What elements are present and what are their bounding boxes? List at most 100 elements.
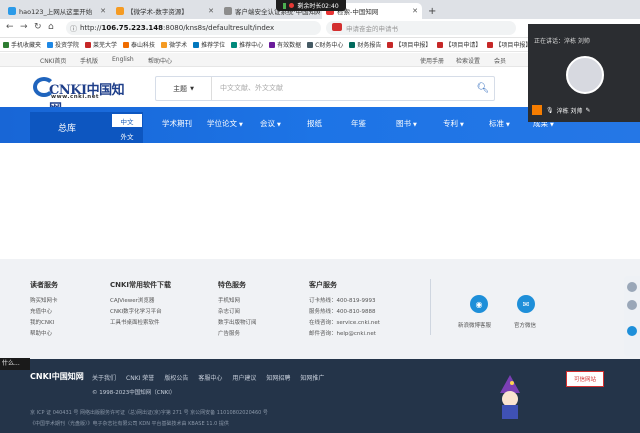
close-tab-icon[interactable]: ✕ (408, 7, 418, 15)
bookmark-item[interactable]: C财务中心 (307, 40, 343, 49)
browser-search-box[interactable]: 申请奋金的申请书 (326, 21, 516, 35)
address-bar[interactable]: ⓘ http://106.75.223.148:8080/kns8s/defau… (66, 21, 321, 35)
bookmark-item[interactable]: 【项目申报】 (387, 40, 431, 49)
manual-link[interactable]: 使用手册 (420, 56, 444, 65)
bookmark-label: 推荐学位 (201, 42, 226, 49)
footer-link[interactable]: CAJViewer浏览器 (110, 296, 154, 304)
search-icon: 🔍︎ (476, 83, 490, 94)
bookmark-icon (193, 41, 200, 48)
close-tab-icon[interactable]: ✕ (96, 7, 106, 15)
footer-contact[interactable]: 邮件咨询：help@cnki.net (309, 329, 376, 337)
caret-down-icon: ▼ (239, 122, 243, 128)
speaking-status: 正在讲话：淬栋 刘帅 (534, 38, 590, 45)
footer-link[interactable]: 数字出版物订阅 (218, 318, 257, 326)
url-path: :8080/kns8s/defaultresult/index (163, 24, 275, 32)
search-button[interactable]: 🔍︎ (472, 77, 494, 100)
reload-icon[interactable]: ↻ (34, 22, 42, 32)
bookmark-item[interactable]: 手机收藏夹 (3, 40, 41, 49)
bookmark-label: 有效数据 (277, 42, 302, 49)
mobile-link[interactable]: 手机版 (80, 56, 98, 65)
settings-link[interactable]: 检索设置 (456, 56, 480, 65)
search-scope-select[interactable]: 主题 ▼ (156, 77, 212, 100)
bookmark-item[interactable]: 微学术 (161, 40, 187, 49)
footer-bottom-link[interactable]: 版权公告 (164, 373, 188, 382)
footer-bottom-link[interactable]: 用户建议 (232, 373, 256, 382)
nav-journals[interactable]: 学术期刊 (162, 118, 192, 129)
icp-info: 京 ICP 证 040431 号 网络出版服务许可证（总)网出证(京)字第 27… (30, 410, 268, 416)
nav-label: 报纸 (307, 119, 322, 128)
trusted-site-badge[interactable]: 可信网站 (566, 371, 604, 387)
new-tab-button[interactable]: + (424, 3, 438, 19)
footer-link[interactable]: 杂志订阅 (218, 307, 240, 315)
nav-theses[interactable]: 学位论文 ▼ (207, 118, 243, 129)
forward-icon[interactable]: → (20, 22, 28, 32)
cnki-home-link[interactable]: CNKI首页 (40, 56, 66, 65)
home-icon[interactable]: ⌂ (48, 22, 54, 32)
bookmark-item[interactable]: 投资学院 (47, 40, 79, 49)
footer-link[interactable]: 广告服务 (218, 329, 240, 337)
timer-text: 剩余时长02:40 (297, 3, 339, 10)
nav-conferences[interactable]: 会议 ▼ (260, 118, 281, 129)
all-databases[interactable]: 总库 中文 外文 (30, 112, 143, 143)
nav-books[interactable]: 图书 ▼ (396, 118, 417, 129)
bookmark-item[interactable]: 推荐学位 (193, 40, 225, 49)
footer-bottom-link[interactable]: CNKI 荣誉 (126, 373, 154, 382)
nav-yearbooks[interactable]: 年鉴 (351, 118, 366, 129)
browser-tab-weixueshu[interactable]: 【微学术-数字资源】 ✕ (112, 3, 218, 19)
feedback-icon[interactable] (627, 300, 637, 310)
edit-icon[interactable]: ✎ (586, 107, 591, 114)
back-icon[interactable]: ← (6, 22, 14, 32)
member-link[interactable]: 会员 (494, 56, 506, 65)
footer-logo: CNKI中国知网 (30, 372, 84, 381)
bookmark-item[interactable]: 泰山科技 (123, 40, 155, 49)
bookmark-label: 手机收藏夹 (11, 42, 42, 49)
browser-tab-hao123[interactable]: hao123_上网从这里开始 ✕ (4, 3, 110, 19)
footer-contact: 服务热线：400-810-9888 (309, 309, 376, 315)
search-input[interactable]: 中文文献、外文文献 (220, 83, 283, 93)
nav-patents[interactable]: 专利 ▼ (443, 118, 464, 129)
close-tab-icon[interactable]: ✕ (204, 7, 214, 15)
caret-down-icon: ▼ (506, 122, 510, 128)
help-link[interactable]: 帮助中心 (148, 56, 172, 65)
footer-links: 关于我们 CNKI 荣誉 版权公告 客服中心 用户建议 知网招聘 知网推广 (92, 373, 324, 382)
footer-bottom-link[interactable]: 知网推广 (300, 373, 324, 382)
footer-bottom-link[interactable]: 知网招聘 (266, 373, 290, 382)
bookmark-item[interactable]: 有效数据 (269, 40, 301, 49)
bookmark-item[interactable]: 【项目申报】 (487, 40, 531, 49)
footer-link[interactable]: 购买知网卡 (30, 296, 58, 304)
bookmark-icon (85, 41, 92, 48)
nav-standards[interactable]: 标准 ▼ (489, 118, 510, 129)
caret-down-icon: ▼ (550, 122, 554, 128)
wechat-icon[interactable]: ✉ (517, 295, 535, 313)
footer-link[interactable]: 充值中心 (30, 307, 52, 315)
footer-special-title: 特色服务 (218, 281, 246, 289)
mic-icon[interactable]: 🎙︎ (546, 107, 554, 114)
bookmark-label: 泰山科技 (131, 42, 156, 49)
footer-link[interactable]: 帮助中心 (30, 329, 52, 337)
bookmark-item[interactable]: 【项目申请】 (437, 40, 481, 49)
bookmark-label: C财务中心 (315, 42, 344, 49)
share-icon[interactable] (627, 326, 637, 336)
bookmark-icon (349, 41, 356, 48)
foreign-toggle[interactable]: 外文 (112, 129, 142, 142)
bookmark-item[interactable]: 推荐中心 (231, 40, 263, 49)
footer-link[interactable]: 工具书桌面检索软件 (110, 318, 160, 326)
footer-contact[interactable]: 在线咨询：service.cnki.net (309, 318, 380, 326)
caret-down-icon: ▼ (413, 122, 417, 128)
bookmark-item[interactable]: 财务报告 (349, 40, 381, 49)
footer-link[interactable]: 手机知网 (218, 296, 240, 304)
footer-bottom-link[interactable]: 客服中心 (198, 373, 222, 382)
footer-link[interactable]: CNKI数字化学习平台 (110, 307, 162, 315)
nav-newspapers[interactable]: 报纸 (307, 118, 322, 129)
chat-icon[interactable] (627, 282, 637, 292)
footer-bottom-link[interactable]: 关于我们 (92, 373, 116, 382)
bookmark-item[interactable]: 莱芜大学 (85, 40, 117, 49)
english-link[interactable]: English (112, 56, 134, 63)
chevron-down-icon: ▼ (190, 85, 194, 92)
chinese-toggle[interactable]: 中文 (112, 114, 142, 127)
url-host: 106.75.223.148 (101, 24, 164, 32)
bookmark-label: 微学术 (169, 42, 188, 49)
weibo-icon[interactable]: ◉ (470, 295, 488, 313)
cnki-logo[interactable]: CNKI中国知网 www.cnki.net (33, 77, 133, 117)
footer-link[interactable]: 我的CNKI (30, 318, 54, 326)
